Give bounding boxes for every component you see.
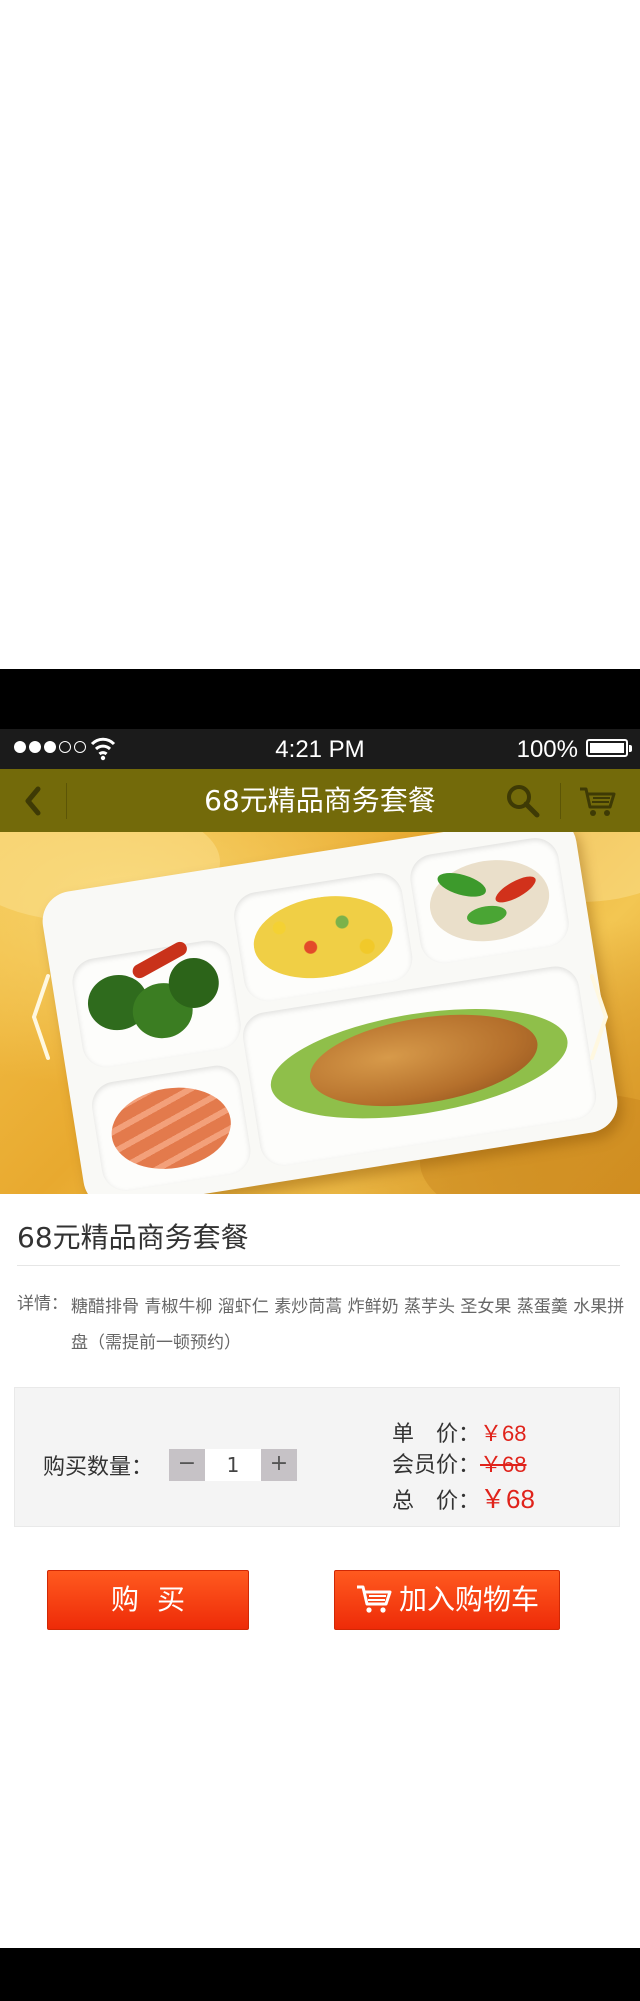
unit-price-row: 单 价：￥68 (392, 1416, 527, 1448)
unit-price-label: 单 价： (392, 1422, 481, 1447)
divider (17, 1265, 620, 1266)
add-to-cart-button[interactable]: 加入购物车 (334, 1570, 560, 1630)
status-bar: 4:21 PM 100% (0, 729, 640, 769)
detail-text: 糖醋排骨 青椒牛柳 溜虾仁 素炒茼蒿 炸鲜奶 蒸芋头 圣女果 蒸蛋羹 水果拼盘（… (71, 1297, 625, 1353)
quantity-label: 购买数量： (43, 1455, 154, 1480)
buy-button-label: 购买 (110, 1583, 203, 1616)
top-frame (0, 669, 640, 729)
bottom-frame (0, 1948, 640, 2001)
carousel-next-icon[interactable] (588, 972, 610, 1062)
cart-icon (356, 1585, 392, 1613)
member-price-value: ￥68 (480, 1452, 527, 1477)
nav-divider (560, 783, 561, 819)
meal-tray-image (38, 832, 622, 1194)
unit-price-value: ￥68 (480, 1421, 527, 1446)
page-title: 68元精品商务套餐 (204, 784, 436, 817)
purchase-panel: 购买数量： − 1 + 单 价：￥68 会员价：￥68 总 价：￥68 (14, 1387, 620, 1527)
quantity-value[interactable]: 1 (205, 1449, 261, 1481)
buy-button[interactable]: 购买 (47, 1570, 249, 1630)
detail-label: 详情： (17, 1294, 68, 1314)
total-price-row: 总 价：￥68 (392, 1479, 535, 1516)
search-icon[interactable] (504, 782, 542, 820)
product-title: 68元精品商务套餐 (17, 1221, 249, 1254)
cart-icon[interactable] (578, 783, 618, 819)
total-price-value: ￥68 (480, 1484, 535, 1514)
quantity-stepper: − 1 + (169, 1449, 297, 1481)
member-price-row: 会员价：￥68 (392, 1447, 527, 1479)
product-image-carousel[interactable] (0, 832, 640, 1194)
total-price-label: 总 价： (392, 1489, 481, 1514)
increase-button[interactable]: + (261, 1449, 297, 1481)
nav-bar: 68元精品商务套餐 (0, 769, 640, 832)
decrease-button[interactable]: − (169, 1449, 205, 1481)
battery-percent: 100% (516, 736, 578, 763)
battery-icon (586, 739, 632, 757)
carousel-prev-icon[interactable] (30, 972, 52, 1062)
member-price-label: 会员价： (392, 1453, 481, 1478)
add-to-cart-label: 加入购物车 (398, 1583, 539, 1616)
